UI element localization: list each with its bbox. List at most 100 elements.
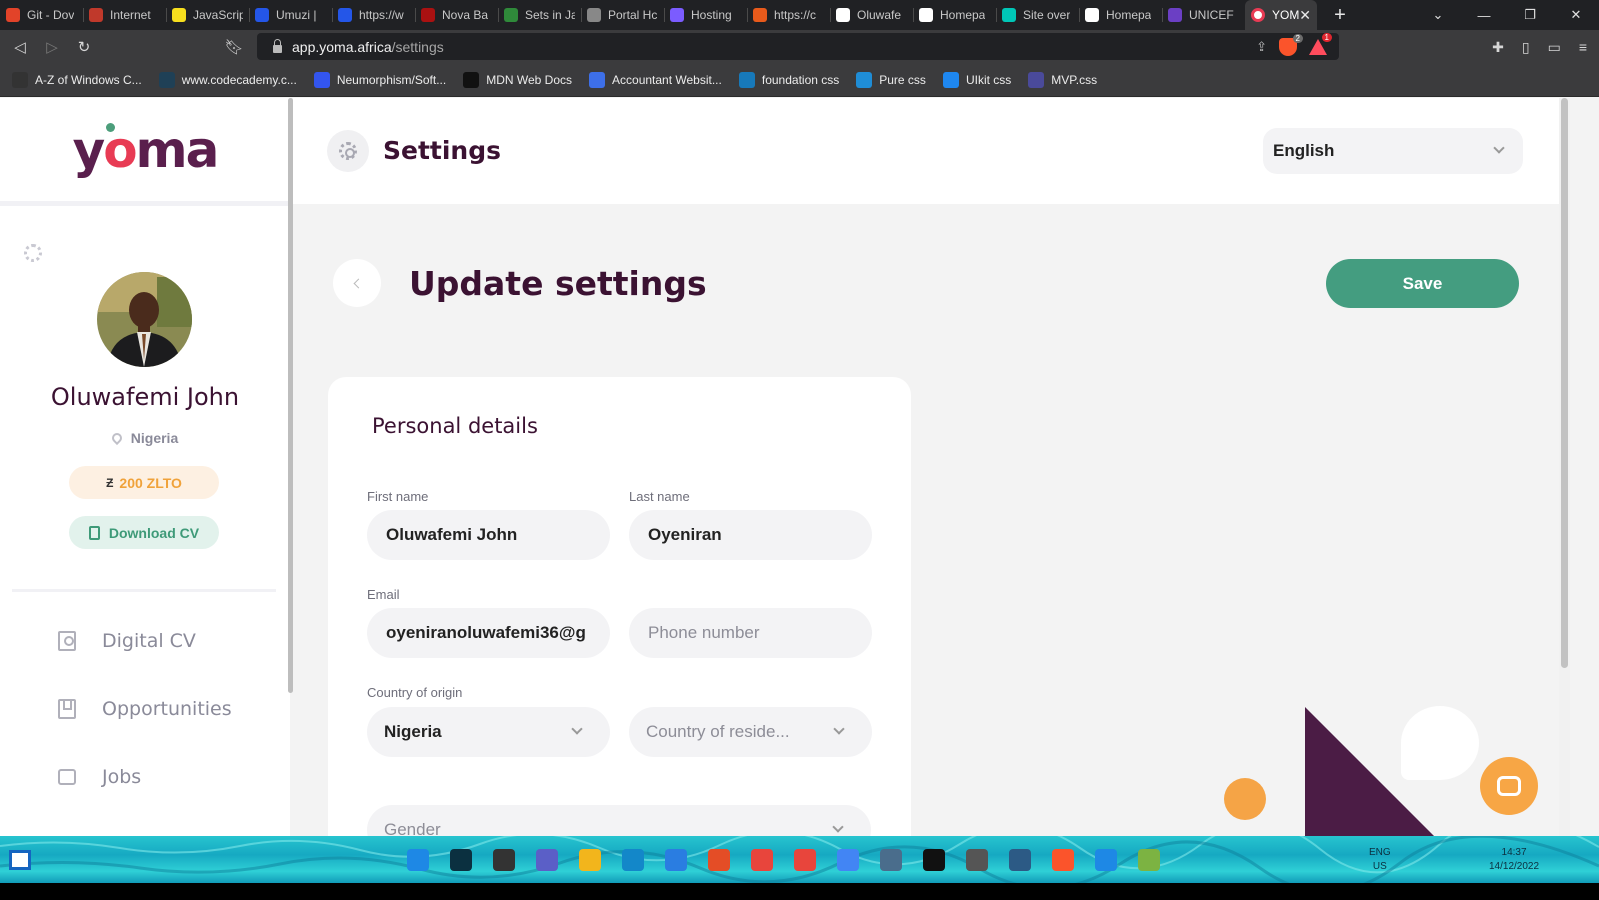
minimize-button[interactable]: — — [1461, 8, 1507, 23]
extensions-icon[interactable]: ✚ — [1492, 39, 1504, 56]
browser-tab[interactable]: UNICEF — [1162, 0, 1245, 30]
browser-tab[interactable]: Homepa — [913, 0, 996, 30]
main-scrollbar[interactable] — [1559, 98, 1570, 836]
chrome-icon[interactable] — [751, 849, 773, 871]
sidebar-item-jobs[interactable]: Jobs — [58, 766, 141, 788]
browser-tab[interactable]: JavaScrip — [166, 0, 249, 30]
office-icon[interactable] — [708, 849, 730, 871]
browser-tab[interactable]: Umuzi | — [249, 0, 332, 30]
bookmark-item[interactable]: foundation css — [738, 72, 839, 88]
back-nav-icon[interactable]: ◁ — [4, 38, 36, 56]
zlto-badge: Ƶ 200 ZLTO — [69, 466, 219, 499]
country-of-origin-value: Nigeria — [384, 722, 442, 741]
brave-icon[interactable] — [1052, 849, 1074, 871]
back-button[interactable] — [333, 259, 381, 307]
gender-select[interactable]: Gender — [367, 805, 871, 836]
country-of-residence-select[interactable]: Country of reside... — [629, 707, 872, 757]
bookmark-item[interactable]: MDN Web Docs — [463, 72, 572, 88]
chat-button[interactable] — [1480, 757, 1538, 815]
email-field[interactable]: oyeniranoluwafemi36@g — [367, 608, 610, 658]
menu-icon[interactable]: ≡ — [1579, 39, 1587, 55]
browser-tab[interactable]: Site over — [996, 0, 1079, 30]
widgets-icon[interactable] — [9, 850, 31, 870]
chevron-down-icon — [571, 723, 583, 735]
forward-nav-icon[interactable]: ▷ — [36, 38, 68, 56]
profile-settings-gear-icon[interactable] — [24, 244, 42, 262]
bookmark-favicon-icon — [589, 72, 606, 88]
start-icon[interactable] — [407, 849, 429, 871]
browser-tab[interactable]: https://c — [747, 0, 830, 30]
avatar — [97, 272, 192, 367]
edge-icon[interactable] — [622, 849, 644, 871]
tab-label: Hosting — [691, 8, 732, 22]
new-tab-button[interactable]: + — [1325, 4, 1355, 27]
browser-tab[interactable]: Sets in Ja — [498, 0, 581, 30]
bookmark-item[interactable]: UIkit css — [942, 72, 1011, 88]
brave-shields-icon[interactable]: 2 — [1279, 33, 1303, 56]
scrollbar-thumb[interactable] — [1561, 98, 1568, 668]
vscode-icon[interactable] — [1095, 849, 1117, 871]
git-icon[interactable] — [1138, 849, 1160, 871]
browser-tab[interactable]: Internet — [83, 0, 166, 30]
sidebar-item-opportunities[interactable]: Opportunities — [58, 698, 232, 720]
browser-tab[interactable]: Homepa — [1079, 0, 1162, 30]
bookmark-label: MDN Web Docs — [486, 73, 573, 87]
close-tab-icon[interactable]: ✕ — [1299, 7, 1311, 24]
bookmark-item[interactable]: www.codecademy.c... — [158, 72, 297, 88]
browser-tab[interactable]: Hosting — [664, 0, 747, 30]
chevron-down-icon — [832, 821, 844, 833]
tab-favicon-icon — [670, 8, 684, 22]
tab-search-icon[interactable]: ⌄ — [1415, 7, 1461, 23]
notepad-icon[interactable] — [1009, 849, 1031, 871]
teams-icon[interactable] — [536, 849, 558, 871]
last-name-field[interactable]: Oyeniran — [629, 510, 872, 560]
browser-tab[interactable]: Nova Ba — [415, 0, 498, 30]
country-of-origin-select[interactable]: Nigeria — [367, 707, 610, 757]
language-select[interactable]: English — [1263, 128, 1523, 174]
bookmark-label: Pure css — [879, 73, 926, 87]
sidebar-toggle-icon[interactable]: ▯ — [1522, 39, 1530, 56]
browser-tab[interactable]: Git - Dov — [0, 0, 83, 30]
browser-tab-active[interactable]: YOM ✕ — [1245, 0, 1317, 30]
tab-favicon-icon — [338, 8, 352, 22]
restore-button[interactable]: ❐ — [1507, 7, 1553, 23]
reload-icon[interactable]: ↻ — [68, 38, 100, 56]
save-button[interactable]: Save — [1326, 259, 1519, 308]
first-name-field[interactable]: Oluwafemi John — [367, 510, 610, 560]
tab-label: Oluwafe — [857, 8, 902, 22]
shields-count: 2 — [1292, 33, 1303, 43]
brave-rewards-icon[interactable]: 1 — [1309, 32, 1332, 55]
bookmark-item[interactable]: A-Z of Windows C... — [12, 72, 142, 88]
clock[interactable]: 14:37 14/12/2022 — [1489, 846, 1539, 874]
language-indicator[interactable]: ENG US — [1369, 846, 1391, 874]
browser-tab[interactable]: Portal Hc — [581, 0, 664, 30]
browser-tab[interactable]: Oluwafe — [830, 0, 913, 30]
share-icon[interactable]: ⇪ — [1256, 39, 1267, 55]
bookmark-page-icon[interactable]: 🔖︎ — [218, 38, 250, 56]
tab-label: JavaScrip — [193, 8, 243, 22]
terminal-icon[interactable] — [923, 849, 945, 871]
task-view-icon[interactable] — [493, 849, 515, 871]
chrome-profile-icon[interactable] — [794, 849, 816, 871]
chrome-alt-icon[interactable] — [837, 849, 859, 871]
browser-tab[interactable]: https://w — [332, 0, 415, 30]
bookmark-item[interactable]: Pure css — [856, 72, 926, 88]
download-cv-button[interactable]: Download CV — [69, 516, 219, 549]
file-explorer-icon[interactable] — [579, 849, 601, 871]
phone-number-field[interactable]: Phone number — [629, 608, 872, 658]
bookmark-label: A-Z of Windows C... — [35, 73, 142, 87]
address-bar[interactable]: app.yoma.africa /settings ⇪ 2 1 — [257, 32, 1339, 60]
store-icon[interactable] — [665, 849, 687, 871]
settings-icon[interactable] — [966, 849, 988, 871]
tab-label: Portal Hc — [608, 8, 658, 22]
yoma-logo[interactable]: yoma — [73, 121, 220, 179]
close-window-button[interactable]: ✕ — [1553, 7, 1599, 23]
search-icon[interactable] — [450, 849, 472, 871]
bookmark-item[interactable]: Neumorphism/Soft... — [313, 72, 446, 88]
browser-tabstrip: Git - Dov Internet JavaScrip Umuzi | https:/… — [0, 0, 1599, 30]
wallet-icon[interactable]: ▭ — [1548, 39, 1561, 56]
bookmark-item[interactable]: Accountant Websit... — [589, 72, 722, 88]
monitor-icon[interactable] — [880, 849, 902, 871]
sidebar-item-digital-cv[interactable]: Digital CV — [58, 630, 196, 652]
bookmark-item[interactable]: MVP.css — [1028, 72, 1097, 88]
